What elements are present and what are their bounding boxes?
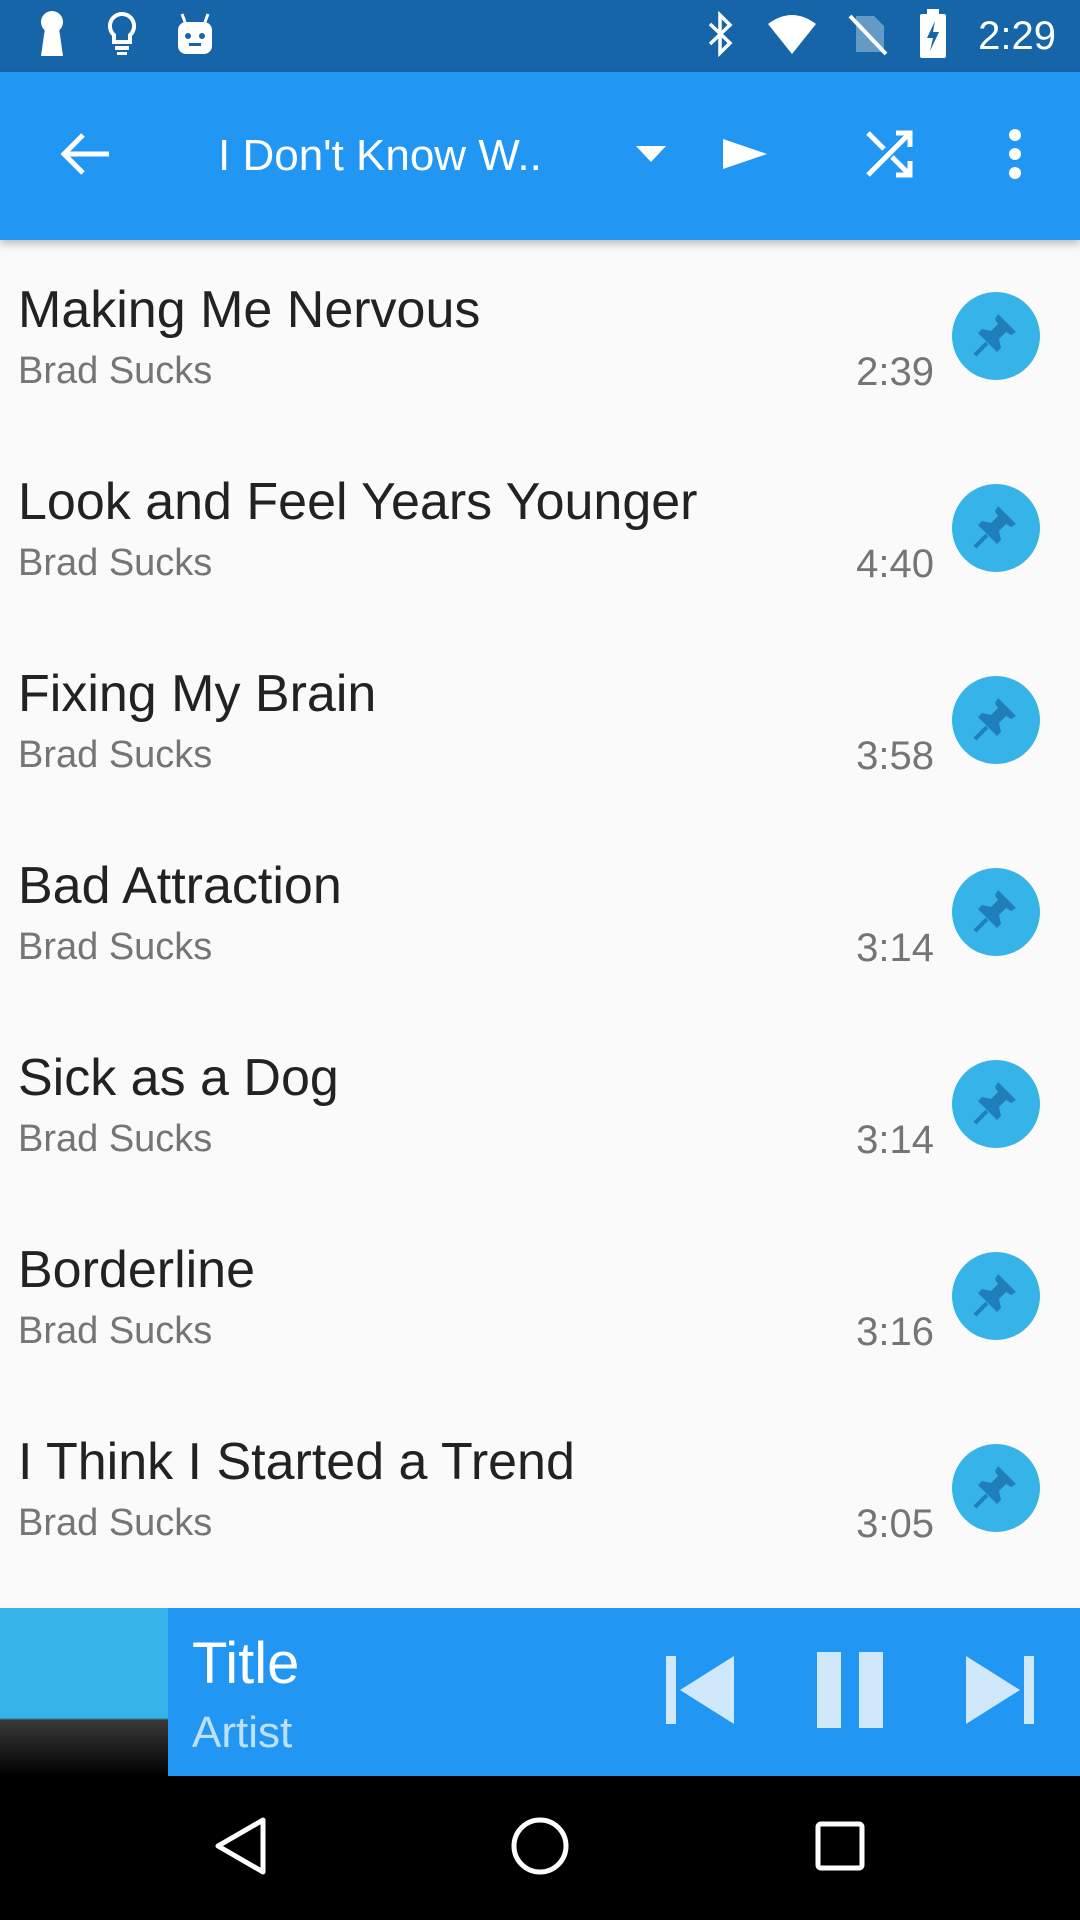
pin-button[interactable]: [952, 676, 1040, 764]
skip-previous-icon: [662, 1652, 738, 1733]
now-playing-title: Title: [192, 1631, 300, 1696]
nav-home-icon: [510, 1816, 570, 1881]
pin-button[interactable]: [952, 1060, 1040, 1148]
track-title: I Think I Started a Trend: [18, 1433, 575, 1491]
track-duration: 4:40: [856, 542, 934, 586]
track-artist: Brad Sucks: [18, 542, 213, 584]
nav-back-icon: [213, 1816, 267, 1881]
track-artist: Brad Sucks: [18, 1118, 213, 1160]
pin-icon: [971, 885, 1021, 940]
track-title: Making Me Nervous: [18, 281, 481, 339]
pin-icon: [971, 1461, 1021, 1516]
track-duration: 2:39: [856, 350, 934, 394]
playlist-title: I Don't Know W..: [218, 131, 542, 180]
play-all-button[interactable]: [700, 72, 790, 240]
battery-charging-icon: [918, 8, 948, 64]
status-notifications: [36, 10, 252, 63]
lightbulb-icon: [106, 11, 138, 62]
next-button[interactable]: [950, 1642, 1050, 1742]
now-playing-artist: Artist: [192, 1708, 293, 1757]
playlist-title-dropdown[interactable]: I Don't Know W..: [218, 72, 668, 240]
track-artist: Brad Sucks: [18, 350, 213, 392]
pin-button[interactable]: [952, 484, 1040, 572]
back-arrow-icon: [59, 131, 111, 182]
shuffle-icon: [864, 129, 914, 184]
no-sim-icon: [848, 12, 888, 61]
track-row[interactable]: Making Me Nervous Brad Sucks 2:39: [0, 240, 1080, 432]
track-duration: 3:14: [856, 926, 934, 970]
pin-button[interactable]: [952, 292, 1040, 380]
nav-recents-button[interactable]: [790, 1798, 890, 1898]
track-duration: 3:14: [856, 1118, 934, 1162]
track-duration: 3:16: [856, 1310, 934, 1354]
album-art[interactable]: [0, 1608, 168, 1776]
track-row[interactable]: Look and Feel Years Younger Brad Sucks 4…: [0, 432, 1080, 624]
track-duration: 3:58: [856, 734, 934, 778]
back-button[interactable]: [40, 72, 130, 240]
nav-recents-icon: [814, 1820, 866, 1877]
now-playing-bar[interactable]: Title Artist: [0, 1608, 1080, 1776]
status-time: 2:29: [978, 13, 1056, 58]
navigation-bar: [0, 1776, 1080, 1920]
track-row[interactable]: Sick as a Dog Brad Sucks 3:14: [0, 1008, 1080, 1200]
track-duration: 3:05: [856, 1502, 934, 1546]
more-options-button[interactable]: [980, 72, 1050, 240]
previous-button[interactable]: [650, 1642, 750, 1742]
wifi-icon: [766, 14, 818, 59]
play-icon: [721, 137, 769, 176]
track-artist: Brad Sucks: [18, 734, 213, 776]
track-list: Making Me Nervous Brad Sucks 2:39 Look a…: [0, 240, 1080, 1584]
pin-button[interactable]: [952, 868, 1040, 956]
app-bar: I Don't Know W..: [0, 72, 1080, 240]
pause-icon: [815, 1650, 885, 1735]
pin-icon: [971, 693, 1021, 748]
pin-button[interactable]: [952, 1252, 1040, 1340]
track-title: Borderline: [18, 1241, 256, 1299]
android-icon: [176, 12, 214, 61]
track-artist: Brad Sucks: [18, 1310, 213, 1352]
nav-back-button[interactable]: [190, 1798, 290, 1898]
dropdown-arrow-icon: [634, 144, 668, 169]
track-row[interactable]: Bad Attraction Brad Sucks 3:14: [0, 816, 1080, 1008]
pause-button[interactable]: [800, 1642, 900, 1742]
track-row[interactable]: Borderline Brad Sucks 3:16: [0, 1200, 1080, 1392]
pin-icon: [971, 1269, 1021, 1324]
track-title: Fixing My Brain: [18, 665, 377, 723]
track-title: Bad Attraction: [18, 857, 342, 915]
pin-icon: [971, 1077, 1021, 1132]
track-row[interactable]: Fixing My Brain Brad Sucks 3:58: [0, 624, 1080, 816]
nav-home-button[interactable]: [490, 1798, 590, 1898]
pin-icon: [971, 309, 1021, 364]
track-row[interactable]: I Think I Started a Trend Brad Sucks 3:0…: [0, 1392, 1080, 1584]
pin-icon: [971, 501, 1021, 556]
pin-button[interactable]: [952, 1444, 1040, 1532]
status-bar: 2:29: [0, 0, 1080, 72]
keyhole-icon: [36, 10, 68, 63]
skip-next-icon: [962, 1652, 1038, 1733]
bluetooth-icon: [706, 10, 736, 62]
track-artist: Brad Sucks: [18, 1502, 213, 1544]
track-title: Look and Feel Years Younger: [18, 473, 698, 531]
track-title: Sick as a Dog: [18, 1049, 339, 1107]
more-vert-icon: [1008, 128, 1022, 184]
status-system: 2:29: [676, 8, 1056, 64]
shuffle-button[interactable]: [844, 72, 934, 240]
track-artist: Brad Sucks: [18, 926, 213, 968]
